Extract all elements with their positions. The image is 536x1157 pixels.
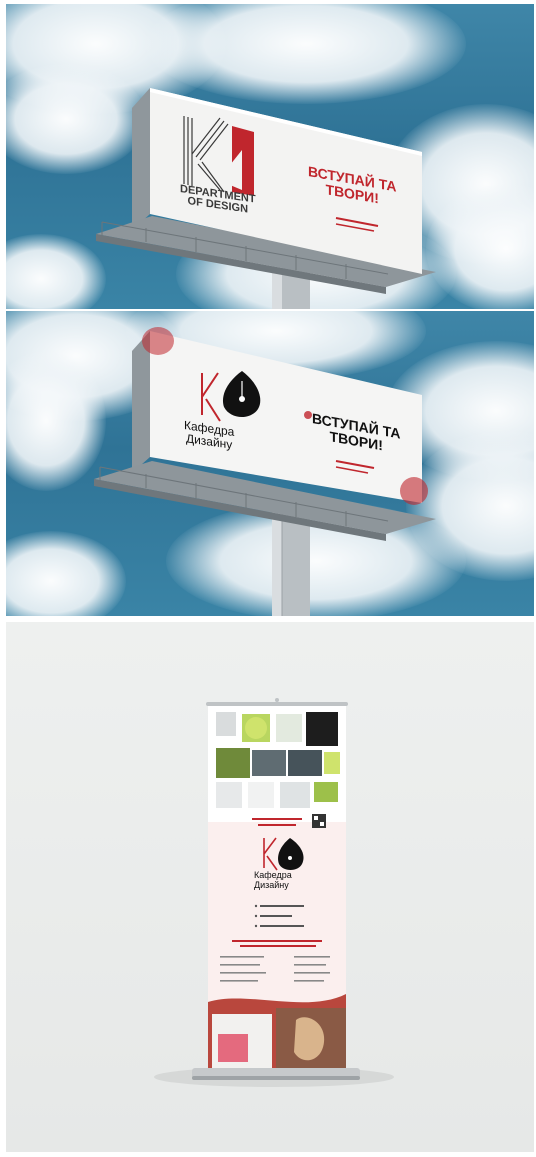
rollup-department-name: Кафедра Дизайну: [254, 870, 292, 890]
small-print-lines: [335, 217, 379, 232]
rollup-banner-photo: Кафедра Дизайну: [6, 622, 534, 1152]
billboard-photo-2: Кафедра Дизайну ВСТУПАЙ ТА ТВОРИ!: [6, 311, 534, 616]
small-print-lines: [335, 460, 375, 474]
billboard-photo-1: DEPARTMENT OF DESIGN ВСТУПАЙ ТА ТВОРИ!: [6, 4, 534, 309]
